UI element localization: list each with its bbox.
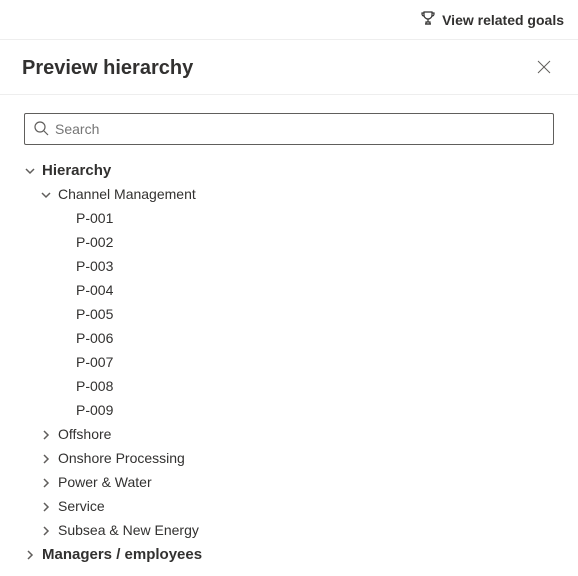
tree-leaf[interactable]: P-006 bbox=[24, 327, 554, 351]
search-box[interactable] bbox=[24, 113, 554, 145]
panel-body: Hierarchy Channel Management P-001 P-002… bbox=[0, 95, 578, 567]
tree-group-onshore-processing[interactable]: Onshore Processing bbox=[24, 447, 554, 471]
tree-group-label: Offshore bbox=[58, 423, 111, 447]
tree-leaf[interactable]: P-002 bbox=[24, 231, 554, 255]
close-icon bbox=[537, 60, 551, 77]
chevron-right-icon bbox=[24, 550, 36, 560]
tree-leaf[interactable]: P-003 bbox=[24, 255, 554, 279]
tree-group-label: Onshore Processing bbox=[58, 447, 185, 471]
trophy-icon bbox=[420, 10, 436, 29]
chevron-right-icon bbox=[40, 502, 52, 512]
tree-group-power-water[interactable]: Power & Water bbox=[24, 471, 554, 495]
tree-root-managers-employees[interactable]: Managers / employees bbox=[24, 543, 554, 567]
top-bar: View related goals bbox=[0, 0, 578, 40]
view-related-goals-label: View related goals bbox=[442, 12, 564, 28]
tree-group-service[interactable]: Service bbox=[24, 495, 554, 519]
chevron-right-icon bbox=[40, 478, 52, 488]
tree-leaf[interactable]: P-009 bbox=[24, 399, 554, 423]
tree-leaf[interactable]: P-005 bbox=[24, 303, 554, 327]
tree-root-hierarchy[interactable]: Hierarchy bbox=[24, 159, 554, 183]
tree-group-subsea-new-energy[interactable]: Subsea & New Energy bbox=[24, 519, 554, 543]
tree-leaf-label: P-006 bbox=[76, 327, 113, 351]
tree-group-channel-management[interactable]: Channel Management bbox=[24, 183, 554, 207]
tree-group-label: Channel Management bbox=[58, 183, 196, 207]
tree-leaf-label: P-007 bbox=[76, 351, 113, 375]
chevron-down-icon bbox=[40, 190, 52, 200]
preview-hierarchy-panel: Preview hierarchy bbox=[0, 40, 578, 567]
tree-leaf[interactable]: P-001 bbox=[24, 207, 554, 231]
tree-group-label: Power & Water bbox=[58, 471, 152, 495]
tree-root-label: Managers / employees bbox=[42, 542, 202, 568]
tree-leaf-label: P-001 bbox=[76, 207, 113, 231]
tree-leaf-label: P-005 bbox=[76, 303, 113, 327]
tree-leaf-label: P-008 bbox=[76, 375, 113, 399]
tree-leaf[interactable]: P-008 bbox=[24, 375, 554, 399]
chevron-down-icon bbox=[24, 166, 36, 176]
tree-group-offshore[interactable]: Offshore bbox=[24, 423, 554, 447]
tree-leaf-label: P-009 bbox=[76, 399, 113, 423]
tree-leaf-label: P-004 bbox=[76, 279, 113, 303]
panel-header: Preview hierarchy bbox=[0, 40, 578, 95]
search-icon bbox=[33, 120, 49, 139]
view-related-goals-link[interactable]: View related goals bbox=[420, 10, 564, 29]
chevron-right-icon bbox=[40, 430, 52, 440]
panel-title: Preview hierarchy bbox=[22, 57, 193, 80]
tree-leaf[interactable]: P-004 bbox=[24, 279, 554, 303]
hierarchy-tree: Hierarchy Channel Management P-001 P-002… bbox=[24, 159, 554, 567]
tree-group-label: Service bbox=[58, 495, 105, 519]
chevron-right-icon bbox=[40, 526, 52, 536]
tree-leaf-label: P-002 bbox=[76, 231, 113, 255]
tree-group-label: Subsea & New Energy bbox=[58, 519, 199, 543]
search-input[interactable] bbox=[55, 121, 545, 137]
tree-leaf[interactable]: P-007 bbox=[24, 351, 554, 375]
tree-leaf-label: P-003 bbox=[76, 255, 113, 279]
chevron-right-icon bbox=[40, 454, 52, 464]
tree-root-label: Hierarchy bbox=[42, 158, 111, 184]
close-button[interactable] bbox=[532, 56, 556, 80]
